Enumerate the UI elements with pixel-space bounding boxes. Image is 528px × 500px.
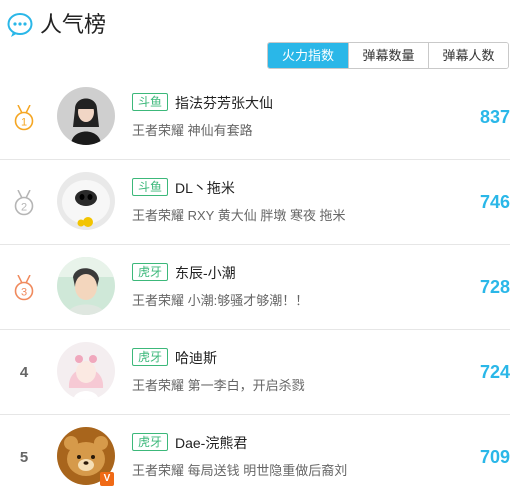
tab-danmaku-users[interactable]: 弹幕人数 [428,43,508,68]
bronze-medal-icon: 3 [14,275,34,301]
silver-medal-icon: 2 [14,190,34,216]
list-item[interactable]: 5 V 虎牙 Dae-浣熊君 王者荣耀 每局送钱 明世隐重做后裔刘 709 [0,415,510,500]
rank-number: 5 [19,449,29,466]
stream-title: 王者荣耀 第一李白，开启杀戮 [132,378,305,393]
verified-badge: V [100,472,114,486]
ranking-list: 1 斗鱼 指法芬芳张大仙 王者荣耀 神仙有套路 837 2 斗鱼 DL丶拖米 王… [0,75,528,500]
streamer-name[interactable]: 指法芬芳张大仙 [175,94,273,112]
platform-badge: 斗鱼 [132,178,169,196]
streamer-name[interactable]: 东辰-小潮 [175,264,236,282]
person-portrait-avatar [57,87,115,145]
header: 人气榜 [0,0,528,48]
list-item[interactable]: 2 斗鱼 DL丶拖米 王者荣耀 RXY 黄大仙 胖墩 寒夜 拖米 746 [0,160,510,245]
stream-title: 王者荣耀 RXY 黄大仙 胖墩 寒夜 拖米 [132,208,346,223]
platform-badge: 虎牙 [132,433,169,451]
rank-medal: 3 [12,275,36,301]
platform-badge: 斗鱼 [132,93,169,111]
streamer-name[interactable]: 哈迪斯 [175,349,217,367]
score-value: 837 [479,107,510,127]
rank-medal: 2 [12,190,36,216]
avatar[interactable] [57,87,115,145]
page-title: 人气榜 [40,12,107,37]
rank-number: 4 [19,364,29,381]
avatar[interactable] [57,257,115,315]
avatar[interactable] [57,342,115,400]
tab-fire-index[interactable]: 火力指数 [268,43,348,68]
list-item[interactable]: 3 虎牙 东辰-小潮 王者荣耀 小潮:够骚才够潮！！ 728 [0,245,510,330]
person-selfie-avatar [57,257,115,315]
streamer-name[interactable]: Dae-浣熊君 [175,434,247,452]
list-item[interactable]: 1 斗鱼 指法芬芳张大仙 王者荣耀 神仙有套路 837 [0,75,510,160]
stream-title: 王者荣耀 小潮:够骚才够潮！！ [132,293,309,308]
svg-text:2: 2 [21,202,27,214]
score-value: 728 [479,277,510,297]
list-item[interactable]: 4 虎牙 哈迪斯 王者荣耀 第一李白，开启杀戮 724 [0,330,510,415]
score-value: 724 [479,362,510,382]
tab-danmaku-count[interactable]: 弹幕数量 [348,43,428,68]
anime-girl-avatar [57,342,115,400]
tab-bar: 火力指数 弹幕数量 弹幕人数 [267,42,509,69]
stream-title: 王者荣耀 每局送钱 明世隐重做后裔刘 [132,463,348,478]
platform-badge: 虎牙 [132,263,169,281]
svg-text:3: 3 [21,287,27,299]
platform-badge: 虎牙 [132,348,169,366]
svg-text:1: 1 [21,117,27,129]
gold-medal-icon: 1 [14,105,34,131]
score-value: 746 [479,192,510,212]
stream-title: 王者荣耀 神仙有套路 [132,123,253,138]
score-value: 709 [479,447,510,467]
chat-bubble-icon [7,13,33,37]
streamer-name[interactable]: DL丶拖米 [175,179,235,197]
dog-face-avatar [57,172,115,230]
avatar[interactable] [57,172,115,230]
rank-medal: 1 [12,105,36,131]
